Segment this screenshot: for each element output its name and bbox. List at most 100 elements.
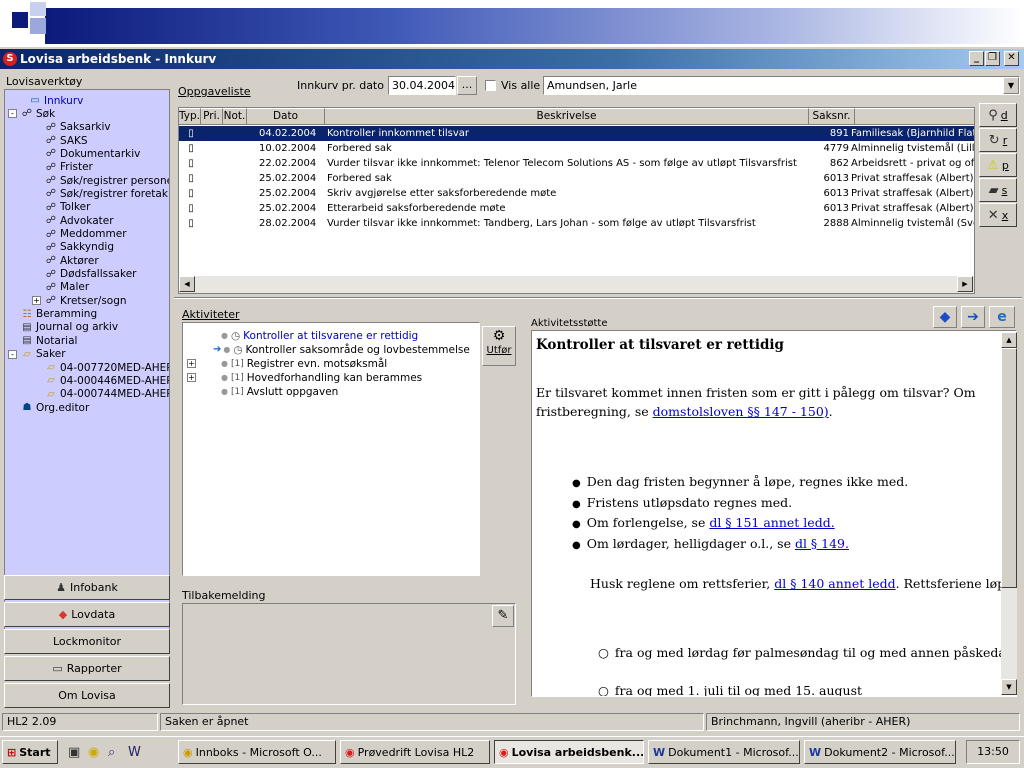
side-button-r[interactable]: ↻ r xyxy=(979,128,1017,152)
help-vertical-scrollbar[interactable]: ▲ ▼ xyxy=(1001,332,1017,695)
tree-item-04-007720med-aher[interactable]: ▱ 04-007720MED-AHER xyxy=(45,361,169,374)
date-browse-button[interactable]: ... xyxy=(457,76,477,95)
current-user: Brinchmann, Ingvill (aheribr - AHER) xyxy=(706,713,1020,731)
grid-horizontal-scrollbar[interactable]: ◀ ▶ xyxy=(179,276,974,293)
activity-item[interactable]: ➔ ● ◷ Kontroller saksområde og lovbestemmel… xyxy=(213,343,470,356)
task-row[interactable]: ▯ 22.02.2004 Vurder tilsvar ikke innkommet… xyxy=(179,156,974,171)
left-button-infobank[interactable]: ♟ Infobank xyxy=(4,575,170,600)
taskbar-item[interactable]: ◉ Innboks - Microsoft O... xyxy=(178,740,336,764)
quicklaunch-desktop-icon[interactable]: ▣ xyxy=(68,745,80,760)
side-button-s[interactable]: ▰ s xyxy=(979,178,1017,202)
left-button-om-lovisa[interactable]: Om Lovisa xyxy=(4,683,170,708)
column-header[interactable]: Not. xyxy=(223,108,247,125)
side-button-d[interactable]: ⚲ d xyxy=(979,103,1017,127)
start-button[interactable]: ⊞ Start xyxy=(2,740,58,764)
tree-item-journal-og-arkiv[interactable]: ▤ Journal og arkiv xyxy=(21,321,118,334)
tree-item-søk-registrer-personer[interactable]: ☍ Søk/registrer personer xyxy=(45,174,169,187)
tree-item-saks[interactable]: ☍ SAKS xyxy=(45,134,88,147)
quicklaunch-search-icon[interactable]: ⌕ xyxy=(108,745,115,760)
taskbar-item[interactable]: ◉ Lovisa arbeidsbenk... xyxy=(494,740,644,764)
tree-item-04-000446med-aher[interactable]: ▱ 04-000446MED-AHER xyxy=(45,374,169,387)
user-select[interactable]: Amundsen, Jarle xyxy=(543,76,1020,95)
tree-item-søk[interactable]: ☍ Søk xyxy=(21,107,55,120)
left-button-rapporter[interactable]: ▭ Rapporter xyxy=(4,656,170,681)
law-link[interactable]: dl § 149. xyxy=(795,536,849,551)
forward-arrow-icon[interactable]: ➔ xyxy=(961,306,985,328)
column-header[interactable]: Saksnr. xyxy=(809,108,855,125)
side-button-p[interactable]: ⚠ p xyxy=(979,153,1017,177)
tree-item-label: Søk/registrer foretak xyxy=(60,187,168,200)
tilbakemelding-textarea[interactable] xyxy=(182,603,516,705)
tree-item-dokumentarkiv[interactable]: ☍ Dokumentarkiv xyxy=(45,147,140,160)
aktiviteter-tree[interactable]: ● ◷ Kontroller at tilsvarene er rettidig ➔ ●… xyxy=(182,322,480,576)
vis-alle-checkbox[interactable] xyxy=(485,80,496,91)
tree-item-notarial[interactable]: ▤ Notarial xyxy=(21,334,77,347)
activity-item[interactable]: ● [1] Avslutt oppgaven xyxy=(221,385,338,398)
task-row[interactable]: ▯ 25.02.2004 Skriv avgjørelse etter saksfo… xyxy=(179,186,974,201)
tree-item-meddommer[interactable]: ☍ Meddommer xyxy=(45,228,127,241)
tree-item-kretser-sogn[interactable]: ☍ Kretser/sogn xyxy=(45,294,127,307)
domstolsloven-link[interactable]: domstolsloven §§ 147 - 150) xyxy=(653,404,829,419)
tree-expander-icon[interactable]: - xyxy=(8,349,17,359)
tree-item-dødsfallssaker[interactable]: ☍ Dødsfallssaker xyxy=(45,268,137,281)
side-button-x[interactable]: ✕ x xyxy=(979,203,1017,227)
activity-item[interactable]: ● [1] Registrer evn. motsøksmål xyxy=(221,357,387,370)
left-button-lockmonitor[interactable]: Lockmonitor xyxy=(4,629,170,654)
browser-icon[interactable]: e xyxy=(989,306,1015,328)
activity-item[interactable]: ● ◷ Kontroller at tilsvarene er rettidig xyxy=(221,329,418,342)
tree-item-sakkyndig[interactable]: ☍ Sakkyndig xyxy=(45,241,114,254)
task-row[interactable]: ▯ 28.02.2004 Vurder tilsvar ikke innkommet… xyxy=(179,216,974,231)
activity-item[interactable]: ● [1] Hovedforhandling kan berammes xyxy=(221,371,422,384)
task-row[interactable]: ▯ 25.02.2004 Etterarbeid saksforberedende … xyxy=(179,201,974,216)
taskbar-item[interactable]: W Dokument1 - Microsof... xyxy=(648,740,800,764)
tree-item-beramming[interactable]: ☷ Beramming xyxy=(21,308,98,321)
scroll-right-icon[interactable]: ▶ xyxy=(957,276,973,292)
scroll-thumb[interactable] xyxy=(1001,348,1017,588)
navigation-tree[interactable]: ▭ Innkurv - ☍ Søk ☍ Saksarkiv ☍ SAKS ☍ Dokumentark… xyxy=(4,89,170,645)
task-grid[interactable]: Typ. Pri. Not. Dato Beskrivelse Saksnr. ▯ 04.02… xyxy=(178,107,975,294)
date-input[interactable]: 30.04.2004 xyxy=(388,76,456,95)
tree-expander-icon[interactable]: + xyxy=(187,373,196,382)
scroll-left-icon[interactable]: ◀ xyxy=(179,276,195,292)
window-title-bar[interactable]: S Lovisa arbeidsbenk - Innkurv _ ❐ ✕ xyxy=(0,49,1024,69)
tree-item-saker[interactable]: ▱ Saker xyxy=(21,348,65,361)
tree-item-tolker[interactable]: ☍ Tolker xyxy=(45,201,91,214)
minimize-button[interactable]: _ xyxy=(969,51,984,66)
tree-item-saksarkiv[interactable]: ☍ Saksarkiv xyxy=(45,121,111,134)
column-header[interactable]: Dato xyxy=(247,108,325,125)
tree-expander-icon[interactable]: + xyxy=(32,296,41,306)
tree-item-org-editor[interactable]: ☗ Org.editor xyxy=(21,401,90,414)
column-header[interactable]: Beskrivelse xyxy=(325,108,809,125)
law-link[interactable]: dl § 151 annet ledd. xyxy=(709,515,834,530)
tree-item-advokater[interactable]: ☍ Advokater xyxy=(45,214,114,227)
scroll-down-icon[interactable]: ▼ xyxy=(1001,679,1017,695)
quicklaunch-outlook-icon[interactable]: ◉ xyxy=(88,745,99,760)
tree-expander-icon[interactable]: + xyxy=(187,359,196,368)
left-button-lovdata[interactable]: ◆ Lovdata xyxy=(4,602,170,627)
tree-item-frister[interactable]: ☍ Frister xyxy=(45,161,93,174)
close-window-button[interactable]: ✕ xyxy=(1004,51,1019,66)
scroll-up-icon[interactable]: ▲ xyxy=(1001,332,1017,348)
task-row[interactable]: ▯ 10.02.2004 Forbered sak 4779 Alminnelig tv… xyxy=(179,141,974,156)
pane-splitter[interactable] xyxy=(174,297,1022,299)
restore-button[interactable]: ❐ xyxy=(985,51,1000,66)
task-row[interactable]: ▯ 04.02.2004 Kontroller innkommet tilsvar 8… xyxy=(179,126,974,141)
tree-item-søk-registrer-foretak[interactable]: ☍ Søk/registrer foretak xyxy=(45,187,168,200)
utfor-button[interactable]: ⚙ Utfør xyxy=(482,326,516,366)
tree-item-aktører[interactable]: ☍ Aktører xyxy=(45,254,99,267)
taskbar-item[interactable]: ◉ Prøvedrift Lovisa HL2 xyxy=(340,740,490,764)
column-header[interactable]: Pri. xyxy=(201,108,223,125)
dl-140-link[interactable]: dl § 140 annet ledd xyxy=(774,576,895,591)
chevron-down-icon[interactable]: ▼ xyxy=(1003,77,1019,94)
column-header[interactable] xyxy=(855,108,974,125)
back-arrow-icon[interactable]: ◆ xyxy=(933,306,957,328)
taskbar-item[interactable]: W Dokument2 - Microsof... xyxy=(804,740,956,764)
column-header[interactable]: Typ. xyxy=(179,108,201,125)
tree-expander-icon[interactable]: - xyxy=(8,109,17,119)
tree-item-04-000744med-aher[interactable]: ▱ 04-000744MED-AHER xyxy=(45,388,169,401)
task-row[interactable]: ▯ 25.02.2004 Forbered sak 6013 Privat straff… xyxy=(179,171,974,186)
quicklaunch-word-icon[interactable]: W xyxy=(128,745,141,760)
edit-icon[interactable]: ✎ xyxy=(492,605,514,627)
tree-item-innkurv[interactable]: ▭ Innkurv xyxy=(29,94,83,107)
tree-item-maler[interactable]: ☍ Maler xyxy=(45,281,89,294)
